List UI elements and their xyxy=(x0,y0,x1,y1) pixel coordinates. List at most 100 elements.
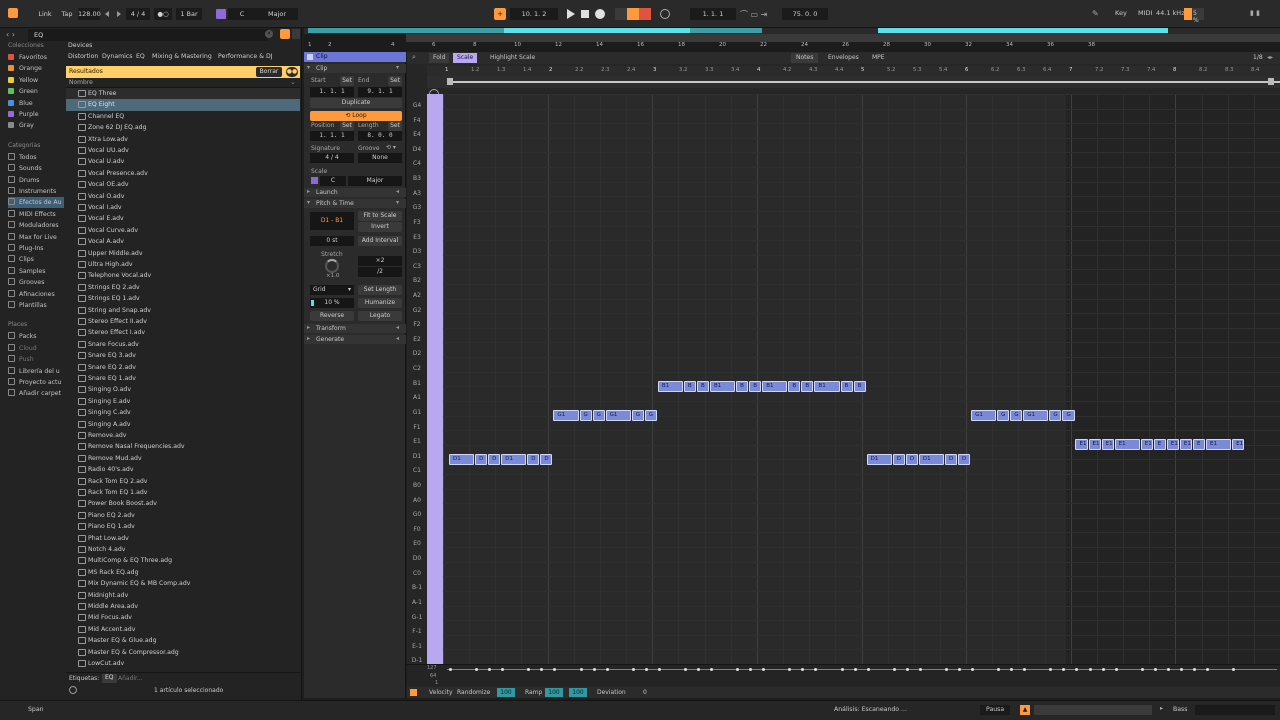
pause-button[interactable]: Pausa xyxy=(980,705,1011,715)
arrangement-bar-number[interactable]: 4 xyxy=(391,42,395,48)
category-item[interactable]: Clips xyxy=(8,254,64,265)
clip-scale-select[interactable]: Major xyxy=(348,176,402,186)
file-item[interactable]: Remove Nasal Frequencies.adv xyxy=(66,441,300,452)
file-item[interactable]: Phat Low.adv xyxy=(66,533,300,544)
grid-setting[interactable]: 1/8 xyxy=(1253,53,1263,63)
selected-track[interactable]: Bass xyxy=(1173,706,1187,713)
collection-item-gray[interactable]: Gray xyxy=(8,120,64,131)
clip-beat-number[interactable]: 3.3 xyxy=(705,67,713,73)
midi-note[interactable]: B xyxy=(840,381,853,392)
places-item[interactable]: Proyecto actu xyxy=(8,377,64,388)
file-item[interactable]: Vocal Presence.adv xyxy=(66,168,300,179)
file-item[interactable]: Ultra High.adv xyxy=(66,259,300,270)
midi-note[interactable]: D xyxy=(905,454,918,466)
velocity-marker[interactable] xyxy=(1049,668,1053,671)
fit-to-scale-button[interactable]: Fit to Scale xyxy=(358,211,402,221)
live-menu-icon[interactable] xyxy=(8,8,18,18)
midi-map-button[interactable]: MIDI xyxy=(1138,9,1152,17)
velocity-marker[interactable] xyxy=(1023,668,1027,671)
midi-note[interactable]: E1 xyxy=(1179,439,1192,451)
midi-note[interactable]: B xyxy=(696,381,710,392)
file-item[interactable]: Strings EQ 2.adv xyxy=(66,282,300,293)
velocity-marker[interactable] xyxy=(762,668,766,671)
file-item[interactable]: Mix Dynamic EQ & MB Comp.adv xyxy=(66,578,300,589)
end-field[interactable]: 9. 1. 1 xyxy=(358,87,402,97)
velocity-marker[interactable] xyxy=(905,668,909,671)
midi-note[interactable]: G xyxy=(579,410,592,422)
category-item[interactable]: Plantillas xyxy=(8,300,64,311)
midi-note[interactable]: G xyxy=(1049,410,1062,422)
file-item[interactable]: Rack Tom EQ 1.adv xyxy=(66,487,300,498)
clip-beat-number[interactable]: 5.3 xyxy=(913,67,921,73)
midi-note[interactable]: D1 xyxy=(918,454,945,466)
fold-button[interactable]: Fold xyxy=(429,53,450,63)
clip-beat-number[interactable]: 8 xyxy=(1173,67,1176,73)
midi-note[interactable]: E1 xyxy=(1232,439,1245,451)
category-item[interactable]: Todos xyxy=(8,152,64,163)
file-item[interactable]: LowCut.adv xyxy=(66,658,300,669)
piano-keys[interactable] xyxy=(427,94,443,664)
halve-button[interactable]: /2 xyxy=(358,267,402,277)
file-item[interactable]: Mid Accent.adv xyxy=(66,624,300,635)
clip-key-select[interactable]: C xyxy=(320,176,346,186)
clip-beat-number[interactable]: 6.3 xyxy=(1017,67,1025,73)
velocity-marker[interactable] xyxy=(1232,668,1236,671)
follow-button[interactable]: + xyxy=(494,8,506,20)
velocity-marker[interactable] xyxy=(1179,668,1183,671)
arrangement-bar-number[interactable]: 26 xyxy=(842,42,849,48)
midi-note[interactable]: G xyxy=(1062,410,1075,422)
velocity-marker[interactable] xyxy=(449,668,452,671)
places-item[interactable]: Librería del u xyxy=(8,366,64,377)
clip-beat-number[interactable]: 2.3 xyxy=(601,67,609,73)
arrangement-bar-number[interactable]: 32 xyxy=(965,42,972,48)
velocity-marker[interactable] xyxy=(749,668,753,671)
arrangement-bar-number[interactable]: 16 xyxy=(637,42,644,48)
midi-note[interactable]: B1 xyxy=(657,381,683,392)
arrangement-bar-number[interactable]: 18 xyxy=(678,42,685,48)
clip-title-bar[interactable]: Clip xyxy=(304,52,406,62)
midi-note[interactable]: D xyxy=(475,454,488,466)
file-item[interactable]: Vocal E.adv xyxy=(66,213,300,224)
filter-toggle-icon[interactable] xyxy=(280,29,290,39)
collection-item-green[interactable]: Green xyxy=(8,86,64,97)
collection-item-yellow[interactable]: Yellow xyxy=(8,75,64,86)
set-length-button[interactable]: Set Length xyxy=(358,285,402,295)
clip-beat-number[interactable]: 3 xyxy=(653,67,656,73)
ramp-value[interactable]: 100 xyxy=(545,688,563,697)
metronome-icon[interactable]: ●○ xyxy=(154,8,172,20)
results-toggle-icon[interactable]: ●● xyxy=(286,67,298,77)
velocity-marker[interactable] xyxy=(814,668,818,671)
scale-icon[interactable] xyxy=(311,177,318,184)
velocity-marker[interactable] xyxy=(1140,668,1144,671)
file-item[interactable]: Singing C.adv xyxy=(66,407,300,418)
name-column-header[interactable]: Nombre ⌄ xyxy=(66,78,300,88)
clear-results-button[interactable]: Borrar xyxy=(256,67,282,77)
arrangement-bar-number[interactable]: 36 xyxy=(1047,42,1054,48)
transform-section-header[interactable]: ▸ Transform ◂ xyxy=(304,324,406,333)
category-item[interactable]: Moduladores xyxy=(8,220,64,231)
filter-tab[interactable]: Devices xyxy=(68,42,92,49)
file-item[interactable]: Midnight.adv xyxy=(66,590,300,601)
tab-mpe[interactable]: MPE xyxy=(869,53,888,63)
arrangement-bar-number[interactable]: 34 xyxy=(1006,42,1013,48)
filter-tab[interactable]: Performance & DJ xyxy=(218,53,273,60)
category-item[interactable]: Efectos de Au xyxy=(8,197,64,209)
arrangement-bar-number[interactable]: 22 xyxy=(760,42,767,48)
velocity-marker[interactable] xyxy=(631,668,635,671)
legato-button[interactable]: Legato xyxy=(358,311,402,321)
file-item[interactable]: Snare EQ 2.adv xyxy=(66,362,300,373)
file-item[interactable]: Stereo Effect II.adv xyxy=(66,316,300,327)
launch-section-header[interactable]: ▸ Launch ◂ xyxy=(304,188,406,197)
velocity-marker[interactable] xyxy=(540,668,544,671)
velocity-marker[interactable] xyxy=(918,668,922,671)
loop-brace-bar[interactable] xyxy=(427,76,1280,88)
stretch-knob[interactable] xyxy=(325,259,339,273)
midi-note[interactable]: G xyxy=(1010,410,1023,422)
velocity-marker[interactable] xyxy=(971,668,975,671)
file-item[interactable]: Stereo Effect I.adv xyxy=(66,327,300,338)
file-item[interactable]: Snare EQ 3.adv xyxy=(66,350,300,361)
filter-tab[interactable]: EQ xyxy=(136,53,145,60)
arrangement-ruler[interactable]: 1 2 4 6 8 10 12 14 16 18 20 22 24 26 28 30 32 34 36 38 xyxy=(304,42,1280,52)
zoom-icon[interactable]: ⌕ xyxy=(412,53,416,62)
loop-toggle[interactable]: ⟲ Loop xyxy=(310,111,402,121)
